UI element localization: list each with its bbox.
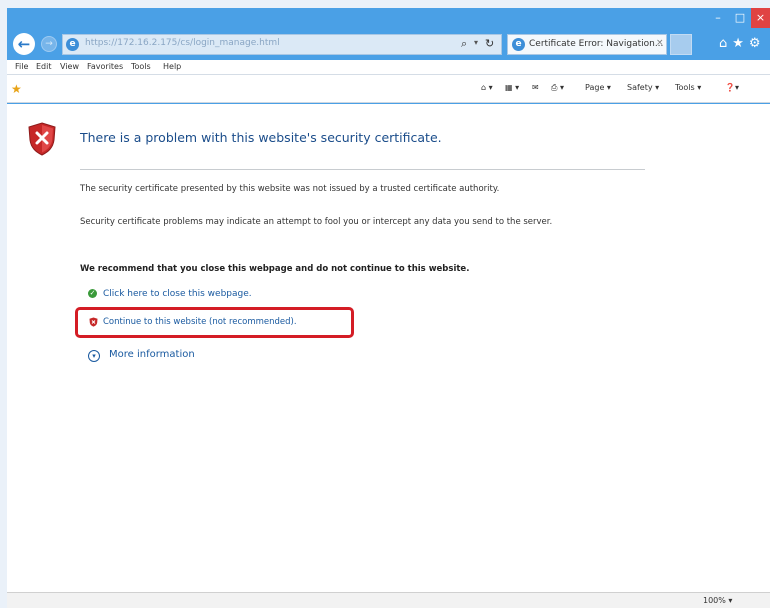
menu-tools[interactable]: Tools (131, 62, 151, 71)
mail-icon[interactable]: ✉ (532, 83, 539, 92)
zoom-level[interactable]: 100% ▾ (703, 596, 732, 605)
new-tab-button[interactable] (670, 34, 692, 55)
home-icon[interactable]: ⌂ ▾ (481, 83, 493, 92)
shield-warning-icon (89, 317, 98, 327)
ie-page-icon: e (66, 38, 79, 51)
tab-title: Certificate Error: Navigation... (529, 39, 664, 49)
tab-certificate-error[interactable]: e Certificate Error: Navigation... × (507, 34, 667, 55)
close-tab-icon[interactable]: × (656, 38, 664, 48)
menu-file[interactable]: File (15, 62, 28, 71)
cert-issue-text: The security certificate presented by th… (80, 184, 500, 194)
page-menu[interactable]: Page ▾ (585, 83, 611, 92)
divider (80, 169, 645, 170)
expand-icon[interactable]: ▾ (88, 350, 100, 362)
command-bar: ★ ⌂ ▾ ▦ ▾ ✉ ⎙ ▾ Page ▾ Safety ▾ Tools ▾ … (7, 75, 770, 103)
refresh-icon[interactable]: ↻ (485, 37, 494, 50)
chevron-down-icon[interactable]: ▾ (474, 38, 478, 47)
continue-to-website-link[interactable]: Continue to this website (not recommende… (103, 317, 297, 327)
close-webpage-link[interactable]: Click here to close this webpage. (103, 289, 252, 299)
more-information-link[interactable]: More information (109, 349, 195, 360)
back-button[interactable]: ← (13, 33, 35, 55)
page-content: There is a problem with this website's s… (7, 104, 770, 592)
page-title: There is a problem with this website's s… (80, 130, 442, 145)
minimize-button[interactable]: – (707, 8, 729, 28)
check-icon: ✓ (88, 289, 97, 298)
address-bar[interactable]: e https://172.16.2.175/cs/login_manage.h… (62, 34, 502, 55)
browser-window: – □ × ← → e https://172.16.2.175/cs/logi… (7, 8, 770, 608)
recommendation-text: We recommend that you close this webpage… (80, 264, 470, 274)
status-bar: 100% ▾ (7, 592, 770, 608)
maximize-button[interactable]: □ (729, 8, 751, 28)
forward-button[interactable]: → (41, 36, 57, 52)
close-window-button[interactable]: × (751, 8, 770, 28)
menu-edit[interactable]: Edit (36, 62, 52, 71)
feeds-icon[interactable]: ▦ ▾ (505, 83, 519, 92)
menu-favorites[interactable]: Favorites (87, 62, 123, 71)
menu-view[interactable]: View (60, 62, 79, 71)
print-icon[interactable]: ⎙ ▾ (551, 83, 564, 93)
home-favorites-settings-icons[interactable]: ⌂★⚙ (719, 36, 766, 51)
help-icon[interactable]: ❓▾ (725, 83, 739, 92)
menu-help[interactable]: Help (163, 62, 181, 71)
tools-menu[interactable]: Tools ▾ (675, 83, 701, 92)
safety-menu[interactable]: Safety ▾ (627, 83, 659, 92)
favorites-star-icon[interactable]: ★ (11, 82, 22, 96)
search-icon[interactable]: ⌕ (461, 37, 467, 51)
cert-warning-text: Security certificate problems may indica… (80, 217, 553, 227)
ie-tab-icon: e (512, 38, 525, 51)
shield-error-icon (28, 122, 56, 156)
address-url[interactable]: https://172.16.2.175/cs/login_manage.htm… (85, 38, 280, 48)
menu-bar: File Edit View Favorites Tools Help (7, 60, 770, 75)
navigation-bar: ← → e https://172.16.2.175/cs/login_mana… (7, 30, 770, 60)
